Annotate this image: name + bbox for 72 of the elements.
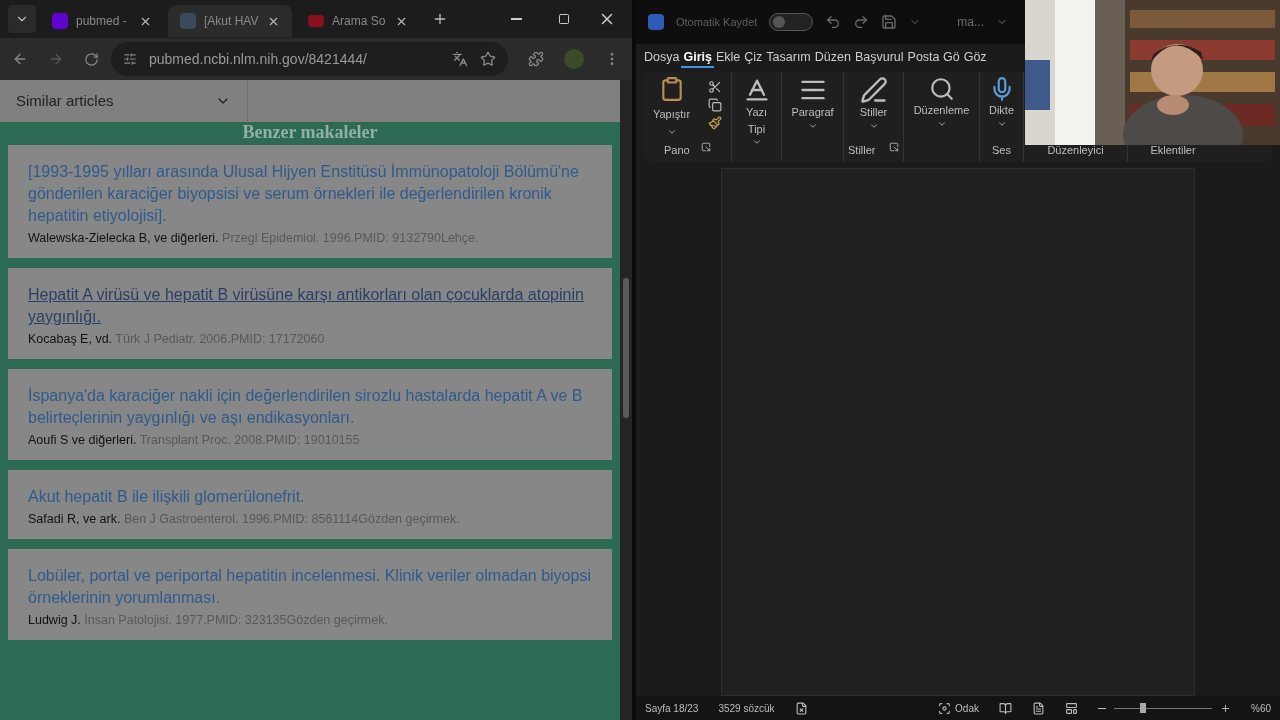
dictate-button[interactable]: Dikte xyxy=(980,72,1023,142)
autosave-label: Otomatik Kaydet xyxy=(676,14,758,30)
bookmark-icon xyxy=(480,51,496,67)
tab-title: [Akut HAV xyxy=(204,13,259,30)
ribbon-tab[interactable]: Tasarım xyxy=(764,48,813,68)
site-settings-icon xyxy=(123,52,137,66)
proofing-icon xyxy=(794,701,808,715)
cut-icon xyxy=(708,80,722,94)
styles-button[interactable]: Stiller xyxy=(844,72,903,142)
tab-list-button[interactable] xyxy=(8,5,36,33)
web-layout-icon xyxy=(1065,701,1078,715)
site-icon xyxy=(52,13,68,29)
browser-tab[interactable]: Arama So xyxy=(296,5,420,37)
focus-button[interactable]: Odak xyxy=(955,700,979,716)
dialog-launcher-icon xyxy=(701,141,711,152)
url-text: pubmed.ncbi.nlm.nih.gov/8421444/ xyxy=(149,49,368,69)
address-bar[interactable]: pubmed.ncbi.nlm.nih.gov/8421444/ xyxy=(111,42,508,76)
undo-icon xyxy=(825,14,842,30)
forward-icon xyxy=(48,51,64,67)
reload-icon xyxy=(84,51,99,67)
group-label: Eklentiler xyxy=(1150,142,1196,158)
font-label: Tipi xyxy=(747,121,766,137)
new-tab-icon xyxy=(432,11,448,27)
print-layout-icon xyxy=(1032,701,1045,715)
group-label: Ses xyxy=(991,142,1012,158)
focus-icon xyxy=(938,701,952,715)
read-mode-icon xyxy=(999,701,1012,715)
zoom-slider[interactable] xyxy=(1114,703,1212,713)
back-icon xyxy=(12,51,28,67)
paste-button[interactable]: Yapıştır xyxy=(652,76,691,142)
save-icon xyxy=(881,14,898,30)
ribbon-tab[interactable]: Ekle xyxy=(713,48,743,68)
zoom-in-icon xyxy=(1220,702,1231,714)
translate-icon xyxy=(452,51,468,67)
font-button[interactable]: Yazı Tipi xyxy=(732,72,782,162)
document-icon xyxy=(180,13,196,29)
group-label: Pano xyxy=(664,142,690,158)
copy-icon xyxy=(708,98,722,112)
autosave-toggle[interactable] xyxy=(769,13,814,31)
word-count[interactable]: 3529 sözcük xyxy=(718,700,775,716)
format-painter-icon xyxy=(708,116,722,130)
profile-avatar[interactable] xyxy=(564,49,584,69)
maximize-icon xyxy=(558,13,570,25)
ribbon-tab[interactable]: Düzen xyxy=(812,48,853,68)
group-label: Düzenleyici xyxy=(1047,142,1104,158)
browser-tab[interactable]: pubmed - xyxy=(40,5,164,37)
ribbon-tab[interactable]: Çiz xyxy=(742,48,765,68)
tab-title: pubmed - xyxy=(76,13,128,30)
browser-tab[interactable]: [Akut HAV xyxy=(168,5,292,37)
app-logo-icon xyxy=(648,14,664,30)
dialog-launcher-icon xyxy=(889,141,899,152)
page-count[interactable]: Sayfa 18/23 xyxy=(645,700,699,716)
scrollbar[interactable] xyxy=(620,80,632,720)
group-label: Stiller xyxy=(848,142,876,158)
tab-title: Arama So xyxy=(332,13,387,30)
document-title[interactable]: ma... xyxy=(957,13,984,31)
ribbon-tab[interactable]: Başvurul xyxy=(852,48,906,68)
paragraph-button[interactable]: Paragraf xyxy=(782,72,844,162)
minimize-icon xyxy=(511,18,522,20)
section-heading: Benzer makaleler xyxy=(242,122,378,144)
ribbon-tab[interactable]: Giriş xyxy=(681,48,714,68)
editing-button[interactable]: Düzenleme xyxy=(904,72,980,162)
zoom-level[interactable]: %60 xyxy=(1251,700,1271,716)
search-icon xyxy=(928,76,955,102)
ribbon-tab[interactable]: Posta Gö xyxy=(905,48,962,68)
ribbon-tab[interactable]: Dosya xyxy=(642,48,682,68)
ribbon-tab[interactable]: Göz xyxy=(961,48,989,68)
redo-icon xyxy=(853,14,870,30)
pen-icon xyxy=(859,76,888,104)
site-icon xyxy=(308,15,324,27)
extensions-icon xyxy=(528,51,544,67)
chevron-down-icon xyxy=(751,137,762,147)
